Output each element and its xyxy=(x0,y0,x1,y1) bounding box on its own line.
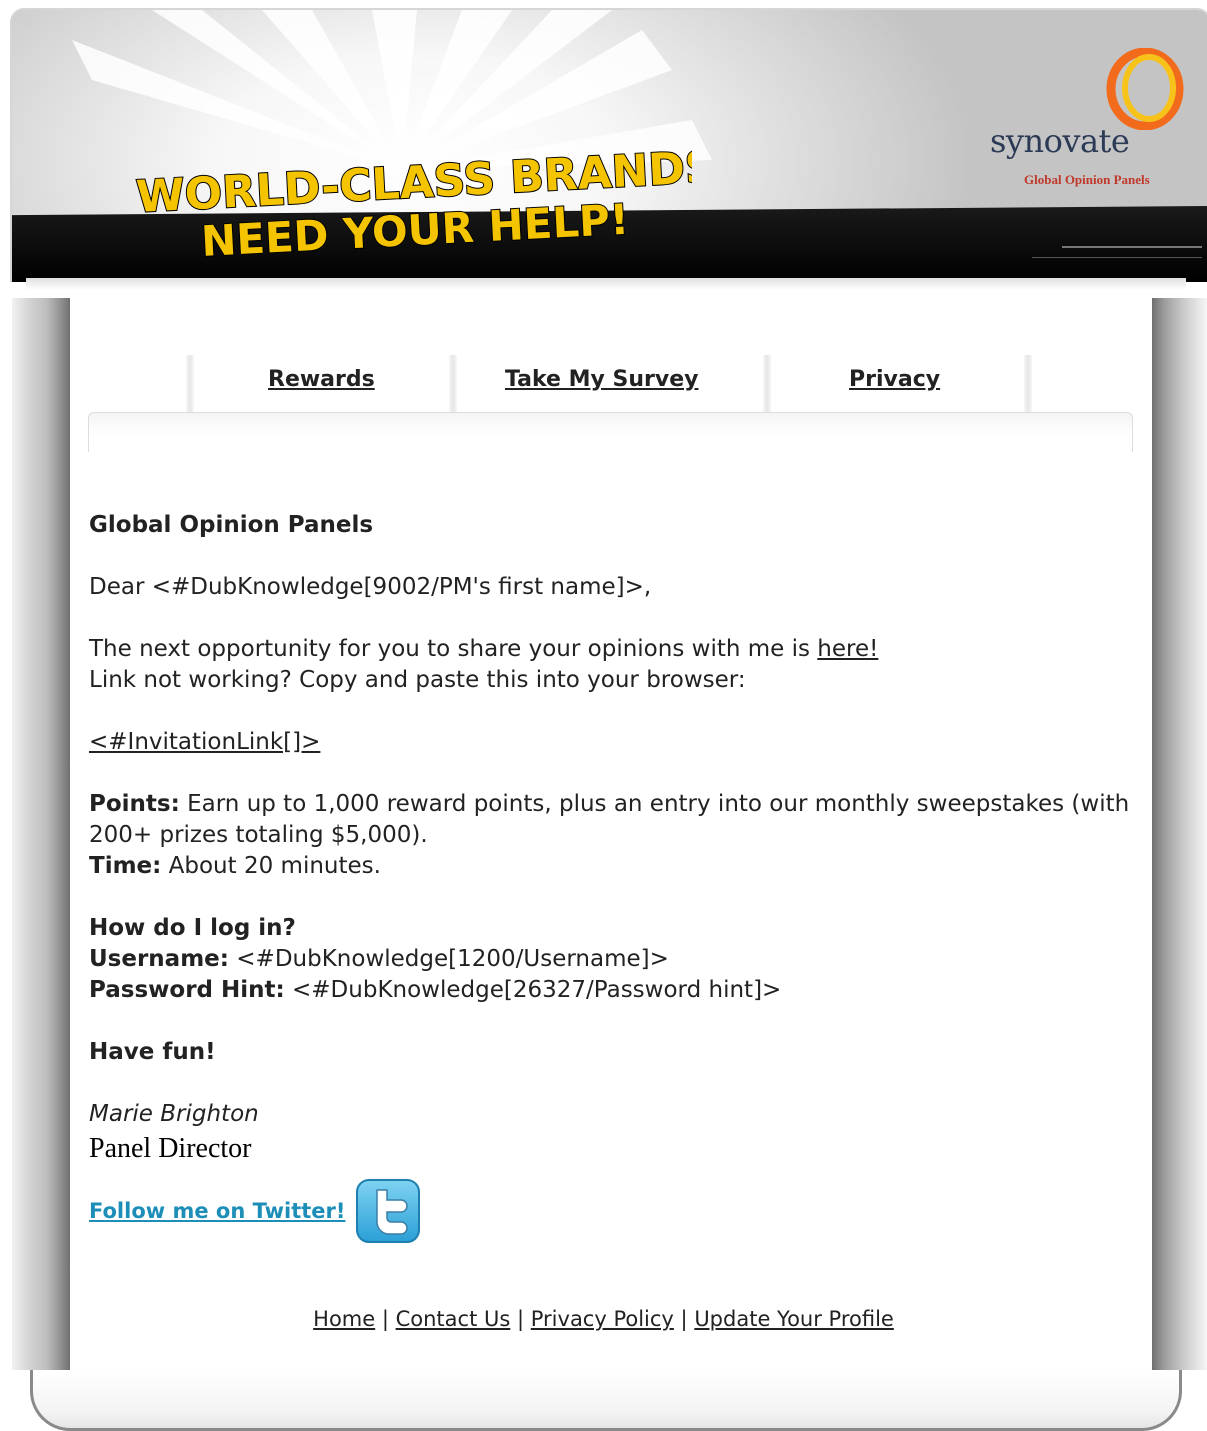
username-line: Username: <#DubKnowledge[1200/Username]> xyxy=(89,944,1139,975)
points-paragraph: Points: Earn up to 1,000 reward points, … xyxy=(89,789,1139,851)
opportunity-text: The next opportunity for you to share yo… xyxy=(89,636,818,662)
nav-separator xyxy=(1024,355,1032,413)
time-paragraph: Time: About 20 minutes. xyxy=(89,851,1139,882)
invitation-link[interactable]: <#InvitationLink[]> xyxy=(89,729,320,755)
footer-contact-us-link[interactable]: Contact Us xyxy=(396,1307,511,1331)
left-frame xyxy=(12,298,70,1370)
decor-line xyxy=(1062,246,1202,248)
closing-text: Have fun! xyxy=(89,1039,216,1065)
password-line: Password Hint: <#DubKnowledge[26327/Pass… xyxy=(89,975,1139,1006)
twitter-row: Follow me on Twitter! xyxy=(89,1178,1139,1244)
footer-update-profile-link[interactable]: Update Your Profile xyxy=(694,1307,894,1331)
points-label: Points: xyxy=(89,791,180,817)
top-nav: Rewards Take My Survey Privacy xyxy=(88,355,1133,452)
body-title: Global Opinion Panels xyxy=(89,512,374,538)
nav-shelf xyxy=(88,412,1133,452)
survey-here-link[interactable]: here! xyxy=(817,636,878,662)
footer-separator: | xyxy=(510,1307,531,1331)
nav-privacy-link[interactable]: Privacy xyxy=(849,367,940,392)
opportunity-paragraph: The next opportunity for you to share yo… xyxy=(89,634,1139,665)
nav-take-my-survey-link[interactable]: Take My Survey xyxy=(505,367,699,392)
password-label: Password Hint: xyxy=(89,977,285,1003)
email-body: Global Opinion Panels Dear <#DubKnowledg… xyxy=(89,510,1139,1244)
synovate-logo-subtitle: Global Opinion Panels xyxy=(1024,172,1150,187)
header-banner: WORLD-CLASS BRANDS NEED YOUR HELP! synov… xyxy=(10,8,1207,282)
signature-name: Marie Brighton xyxy=(89,1101,259,1127)
synovate-logo-ring-icon xyxy=(1106,48,1184,130)
twitter-icon[interactable] xyxy=(355,1178,421,1244)
time-text: About 20 minutes. xyxy=(161,853,381,879)
nav-separator xyxy=(449,355,457,413)
footer-home-link[interactable]: Home xyxy=(313,1307,375,1331)
time-label: Time: xyxy=(89,853,162,879)
password-value: <#DubKnowledge[26327/Password hint]> xyxy=(284,977,782,1003)
footer-separator: | xyxy=(375,1307,396,1331)
footer-links: Home | Contact Us | Privacy Policy | Upd… xyxy=(0,1307,1207,1331)
points-text: Earn up to 1,000 reward points, plus an … xyxy=(89,791,1130,848)
synovate-logo-text: synovate xyxy=(990,122,1130,160)
link-help-text: Link not working? Copy and paste this in… xyxy=(89,667,746,693)
footer-privacy-policy-link[interactable]: Privacy Policy xyxy=(531,1307,674,1331)
nav-separator xyxy=(763,355,771,413)
login-heading: How do I log in? xyxy=(89,915,296,941)
signature-title: Panel Director xyxy=(89,1133,252,1164)
bottom-frame xyxy=(30,1370,1182,1431)
nav-separator xyxy=(186,355,194,413)
headline-graphic: WORLD-CLASS BRANDS NEED YOUR HELP! xyxy=(134,150,692,267)
greeting: Dear <#DubKnowledge[9002/PM's first name… xyxy=(89,574,652,600)
decor-line xyxy=(1032,257,1202,258)
username-value: <#DubKnowledge[1200/Username]> xyxy=(228,946,669,972)
username-label: Username: xyxy=(89,946,229,972)
twitter-follow-link[interactable]: Follow me on Twitter! xyxy=(89,1196,345,1227)
nav-rewards-link[interactable]: Rewards xyxy=(268,367,375,392)
banner-shadow xyxy=(26,278,1186,290)
footer-separator: | xyxy=(673,1307,695,1331)
right-frame xyxy=(1152,298,1207,1370)
